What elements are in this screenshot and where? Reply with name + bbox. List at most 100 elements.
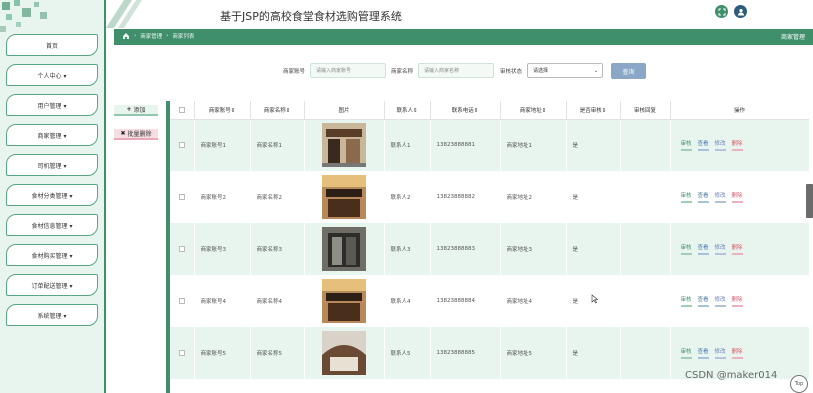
status-select[interactable]: 请选择 ⌄ [527, 63, 604, 78]
row-checkbox[interactable] [170, 327, 195, 379]
merchant-photo[interactable] [322, 175, 366, 219]
sidebar-item[interactable]: 食材信息管理 ▾ [6, 214, 98, 236]
column-header[interactable]: 联系人⇕ [384, 101, 431, 120]
view-button[interactable]: 查看 [697, 347, 709, 359]
cell-address: 商家地址3 [500, 223, 567, 275]
view-button[interactable]: 查看 [697, 295, 709, 307]
cell-account: 商家账号5 [194, 327, 251, 379]
cell-address: 商家地址2 [500, 171, 567, 223]
column-header: 图片 [304, 101, 385, 120]
cell-operations: 审核 查看 修改 删除 [670, 275, 809, 327]
view-button[interactable]: 查看 [697, 243, 709, 255]
edit-button[interactable]: 修改 [714, 191, 726, 203]
query-button[interactable]: 查询 [611, 63, 646, 79]
account-search-group: 商家账号 请输入商家账号 [283, 63, 387, 78]
edit-button[interactable]: 修改 [714, 295, 726, 307]
column-header[interactable]: 商家地址⇕ [500, 101, 567, 120]
scrollbar-thumb[interactable] [806, 184, 813, 218]
merchant-photo[interactable] [322, 123, 366, 168]
add-button[interactable]: + 添加 [114, 105, 158, 116]
column-header[interactable]: 是否审核⇕ [566, 101, 621, 120]
breadcrumb-item-merchant-management[interactable]: 商家管理 [140, 32, 162, 40]
cell-address: 商家地址4 [500, 275, 567, 327]
cell-contact: 联系人2 [384, 171, 431, 223]
sidebar-item[interactable]: 司机管理 ▾ [6, 154, 98, 176]
user-icon[interactable] [734, 5, 747, 18]
audit-button[interactable]: 审核 [680, 139, 692, 152]
column-header[interactable]: 商家账号⇕ [194, 101, 251, 120]
cell-name: 商家名称3 [250, 223, 305, 275]
cell-name: 商家名称5 [250, 327, 305, 379]
row-checkbox[interactable] [170, 275, 195, 327]
delete-button[interactable]: 删除 [731, 139, 743, 152]
merchant-table: 商家账号⇕ 商家名称⇕ 图片 联系人⇕ 联系电话⇕ 商家地址⇕ 是否审核⇕ 审核… [166, 101, 809, 393]
cell-reply [620, 327, 671, 379]
cell-account: 商家账号1 [194, 119, 251, 171]
column-header[interactable]: 商家名称⇕ [250, 101, 305, 120]
fullscreen-icon[interactable] [715, 5, 728, 18]
delete-button[interactable]: 删除 [731, 295, 743, 307]
page: 首页个人中心 ▾ 用户管理 ▾ 商家管理 ▾ 司机管理 ▾ 食材分类管理 ▾ 食材信息管理… [0, 0, 813, 393]
row-checkbox[interactable] [170, 223, 195, 275]
sidebar-item[interactable]: 商家管理 ▾ [6, 124, 98, 146]
sidebar-item[interactable]: 首页 [6, 34, 98, 56]
cell-name: 商家名称2 [250, 171, 305, 223]
chevron-down-icon: ⌄ [593, 67, 599, 74]
cell-reply [620, 223, 671, 275]
sidebar-item[interactable]: 系统管理 ▾ [6, 304, 98, 326]
cell-phone: 13823888881 [430, 119, 501, 171]
edit-button[interactable]: 修改 [714, 347, 726, 359]
delete-button[interactable]: 删除 [731, 243, 743, 255]
sidebar-nav: 首页个人中心 ▾ 用户管理 ▾ 商家管理 ▾ 司机管理 ▾ 食材分类管理 ▾ 食材信息管理… [6, 34, 98, 334]
audit-button[interactable]: 审核 [680, 295, 692, 307]
edit-button[interactable]: 修改 [714, 243, 726, 255]
sidebar-item[interactable]: 用户管理 ▾ [6, 94, 98, 116]
breadcrumb-separator-icon: › [166, 33, 169, 39]
column-header[interactable]: 联系电话⇕ [430, 101, 501, 120]
audit-button[interactable]: 审核 [680, 191, 692, 203]
cell-operations: 审核 查看 修改 删除 [670, 119, 809, 171]
delete-button[interactable]: 删除 [731, 191, 743, 203]
cell-reply [620, 275, 671, 327]
name-label: 商家名称 [391, 68, 414, 75]
table-row: 商家账号2 商家名称2 联系人2 13823888882 商家地址2 是审核 查看 修改 删除 [170, 171, 809, 223]
merchant-photo[interactable] [322, 331, 366, 375]
cell-phone: 13823888882 [430, 171, 501, 223]
sidebar-item[interactable]: 个人中心 ▾ [6, 64, 98, 86]
merchant-photo[interactable] [322, 227, 366, 271]
account-search-input[interactable]: 请输入商家账号 [310, 63, 387, 78]
row-checkbox[interactable] [170, 119, 195, 171]
breadcrumb-bar: › 商家管理 › 商家列表 商家管理 [114, 29, 813, 45]
back-to-top-button[interactable]: Top [790, 375, 808, 393]
home-icon[interactable] [122, 32, 130, 40]
cell-address: 商家地址5 [500, 327, 567, 379]
audit-button[interactable]: 审核 [680, 347, 692, 359]
audit-button[interactable]: 审核 [680, 243, 692, 255]
header-decoration [106, 0, 142, 28]
batch-delete-button[interactable]: ✖ 批量删除 [114, 129, 158, 140]
row-checkbox[interactable] [170, 171, 195, 223]
cell-contact: 联系人1 [384, 119, 431, 171]
cell-image [304, 171, 385, 223]
delete-button[interactable]: 删除 [731, 347, 743, 359]
column-header: 审核回复 [620, 101, 671, 120]
mouse-cursor-icon [591, 294, 599, 304]
merchant-photo[interactable] [322, 279, 366, 323]
view-button[interactable]: 查看 [697, 139, 709, 152]
sidebar-item[interactable]: 食材购买管理 ▾ [6, 244, 98, 266]
edit-button[interactable]: 修改 [714, 139, 726, 152]
sidebar: 首页个人中心 ▾ 用户管理 ▾ 商家管理 ▾ 司机管理 ▾ 食材分类管理 ▾ 食材信息管理… [0, 0, 106, 393]
cell-account: 商家账号2 [194, 171, 251, 223]
watermark: CSDN @maker014 [685, 370, 778, 381]
view-button[interactable]: 查看 [697, 191, 709, 203]
close-icon: ✖ [120, 130, 126, 137]
table-row: 商家账号3 商家名称3 联系人3 13823888883 商家地址3 是审核 查看 修改 删除 [170, 223, 809, 275]
cell-address: 商家地址1 [500, 119, 567, 171]
cell-operations: 审核 查看 修改 删除 [670, 223, 809, 275]
cell-name: 商家名称4 [250, 275, 305, 327]
table-row: 商家账号4 商家名称4 联系人4 13823888884 商家地址4 是审核 查看 修改 删除 [170, 275, 809, 327]
select-all-checkbox[interactable] [170, 101, 195, 120]
sidebar-item[interactable]: 食材分类管理 ▾ [6, 184, 98, 206]
name-search-input[interactable]: 请输入商家名称 [418, 63, 495, 78]
sidebar-item[interactable]: 订单配送管理 ▾ [6, 274, 98, 296]
